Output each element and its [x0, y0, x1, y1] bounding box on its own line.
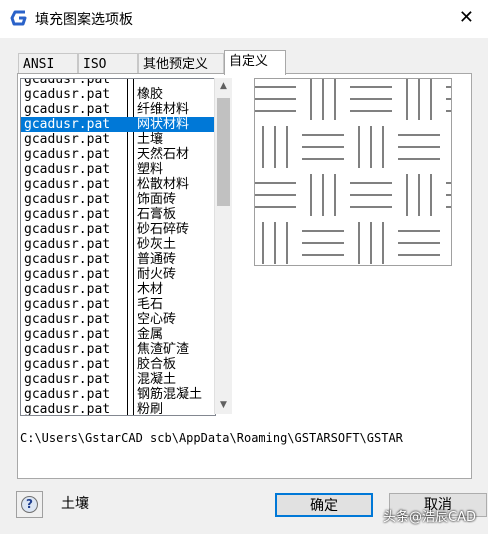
selected-pattern-name: 土壤 [61, 496, 89, 512]
tab-custom[interactable]: 自定义 [224, 50, 286, 75]
list-scrollbar[interactable]: ▲ ▼ [214, 78, 232, 414]
list-item-pattern-name: 钢筋混凝土 [137, 387, 203, 402]
tab-iso[interactable]: ISO [78, 53, 138, 75]
list-item-pattern-name: 砂石碎砖 [137, 222, 190, 237]
list-item-file: gcadusr.pat [24, 147, 111, 162]
list-item-file: gcadusr.pat [24, 357, 111, 372]
list-item[interactable]: gcadusr.pat 空心砖 [21, 312, 215, 327]
list-item[interactable]: gcadusr.pat 橡胶 [21, 87, 215, 102]
list-item[interactable]: gcadusr.pat 木材 [21, 282, 215, 297]
gstarcad-logo-icon [10, 10, 27, 26]
list-item-file: gcadusr.pat [24, 162, 111, 177]
list-item-pattern-name: 石膏板 [137, 207, 177, 222]
list-item-pattern-name: 毛石 [137, 297, 164, 312]
list-item-file: gcadusr.pat [24, 252, 111, 267]
pattern-file-path: C:\Users\GstarCAD scb\AppData\Roaming\GS… [20, 431, 403, 445]
list-item-file: gcadusr.pat [24, 297, 111, 312]
scrollbar-thumb[interactable] [217, 98, 230, 206]
list-item-file: gcadusr.pat [24, 132, 111, 147]
list-item-pattern-name: 粉刷 [137, 402, 164, 416]
hatch-preview-graphic [255, 79, 451, 264]
scroll-up-arrow-icon[interactable]: ▲ [215, 78, 232, 95]
close-icon[interactable]: ✕ [459, 7, 474, 28]
watermark-text: 头条@浩辰CAD [383, 510, 476, 525]
list-item-file: gcadusr.pat [24, 327, 111, 342]
list-item-pattern-name: 木材 [137, 282, 164, 297]
list-item-file: gcadusr.pat [24, 282, 111, 297]
list-item-pattern-name: 金属 [137, 327, 164, 342]
list-item-pattern-name: 焦渣矿渣 [137, 342, 190, 357]
list-item[interactable]: gcadusr.pat 塑料 [21, 162, 215, 177]
list-item-file: gcadusr.pat [24, 402, 111, 416]
pattern-list[interactable]: gcadusr.pat gcadusr.pat 橡胶 gcadusr.pat 纤维材料 g… [20, 78, 216, 416]
list-item-pattern-name: 松散材料 [137, 177, 190, 192]
list-item-pattern-name: 砂灰土 [137, 237, 177, 252]
list-item[interactable]: gcadusr.pat 焦渣矿渣 [21, 342, 215, 357]
list-item[interactable]: gcadusr.pat 网状材料 [21, 117, 215, 132]
list-item-pattern-name: 饰面砖 [137, 192, 177, 207]
list-item-file: gcadusr.pat [24, 207, 111, 222]
list-item[interactable]: gcadusr.pat 纤维材料 [21, 102, 215, 117]
list-item[interactable]: gcadusr.pat 饰面砖 [21, 192, 215, 207]
list-item[interactable]: gcadusr.pat 混凝土 [21, 372, 215, 387]
list-item-pattern-name: 橡胶 [137, 87, 164, 102]
help-button[interactable]: ? [16, 491, 43, 518]
list-item-pattern-name: 耐火砖 [137, 267, 177, 282]
pattern-preview [254, 78, 452, 266]
list-item-file: gcadusr.pat [24, 87, 111, 102]
list-item-file: gcadusr.pat [24, 342, 111, 357]
list-item-pattern-name: 胶合板 [137, 357, 177, 372]
list-item-file: gcadusr.pat [24, 237, 111, 252]
list-item[interactable]: gcadusr.pat 普通砖 [21, 252, 215, 267]
list-item-file: gcadusr.pat [24, 102, 111, 117]
list-item[interactable]: gcadusr.pat 粉刷 [21, 402, 215, 416]
tab-other-predefined[interactable]: 其他预定义 [138, 53, 224, 75]
window-title: 填充图案选项板 [35, 12, 133, 28]
list-item-file: gcadusr.pat [24, 177, 111, 192]
list-item[interactable]: gcadusr.pat 松散材料 [21, 177, 215, 192]
tab-ansi[interactable]: ANSI [18, 53, 78, 75]
question-mark-icon: ? [21, 496, 38, 513]
list-item[interactable]: gcadusr.pat 耐火砖 [21, 267, 215, 282]
list-item-file: gcadusr.pat [24, 267, 111, 282]
list-item-pattern-name: 塑料 [137, 162, 164, 177]
list-item[interactable]: gcadusr.pat 砂石碎砖 [21, 222, 215, 237]
title-bar: 填充图案选项板 ✕ [0, 0, 488, 38]
list-item[interactable]: gcadusr.pat 石膏板 [21, 207, 215, 222]
ok-button[interactable]: 确定 [275, 493, 373, 517]
list-item-pattern-name: 纤维材料 [137, 102, 190, 117]
scroll-down-arrow-icon[interactable]: ▼ [215, 397, 232, 414]
list-item-file: gcadusr.pat [24, 312, 111, 327]
list-item[interactable]: gcadusr.pat 毛石 [21, 297, 215, 312]
list-item-pattern-name: 土壤 [137, 132, 164, 147]
list-item-pattern-name: 天然石材 [137, 147, 190, 162]
list-item[interactable]: gcadusr.pat 天然石材 [21, 147, 215, 162]
list-item-file: gcadusr.pat [24, 222, 111, 237]
list-item[interactable]: gcadusr.pat 钢筋混凝土 [21, 387, 215, 402]
list-item[interactable]: gcadusr.pat 胶合板 [21, 357, 215, 372]
list-item[interactable]: gcadusr.pat [21, 78, 215, 87]
list-item-pattern-name: 普通砖 [137, 252, 177, 267]
list-item-pattern-name: 空心砖 [137, 312, 177, 327]
list-item-pattern-name: 网状材料 [137, 117, 190, 132]
list-item-file: gcadusr.pat [24, 78, 111, 87]
list-item-file: gcadusr.pat [24, 117, 111, 132]
list-item[interactable]: gcadusr.pat 金属 [21, 327, 215, 342]
list-item[interactable]: gcadusr.pat 土壤 [21, 132, 215, 147]
list-item-file: gcadusr.pat [24, 387, 111, 402]
list-item[interactable]: gcadusr.pat 砂灰土 [21, 237, 215, 252]
list-item-file: gcadusr.pat [24, 192, 111, 207]
list-item-file: gcadusr.pat [24, 372, 111, 387]
list-item-pattern-name: 混凝土 [137, 372, 177, 387]
